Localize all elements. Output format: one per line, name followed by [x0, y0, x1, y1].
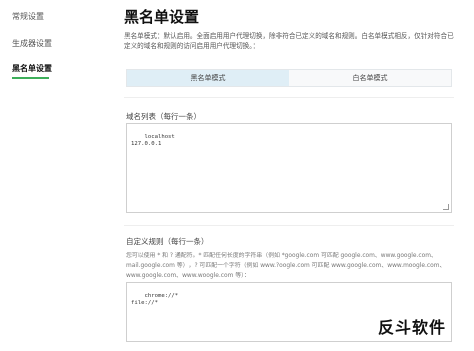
resize-handle-icon[interactable]	[443, 204, 449, 210]
divider	[124, 225, 454, 226]
custom-rules-label: 自定义规则（每行一条）	[126, 237, 209, 246]
domain-list-label: 域名列表（每行一条）	[126, 112, 201, 121]
active-indicator	[12, 77, 49, 79]
domain-list-value: localhost 127.0.0.1	[131, 134, 175, 147]
page-title: 黑名单设置	[124, 8, 200, 26]
main-content: 黑名单设置 黑名单模式：默认启用。全面启用用户代理切换，除非符合已定义的域名和规…	[124, 0, 454, 351]
watermark-logo: 反斗软件	[378, 318, 447, 337]
custom-rules-value: chrome://* file://*	[131, 293, 179, 306]
tab-blacklist-mode[interactable]: 黑名单模式	[127, 70, 289, 86]
custom-rules-hint: 您可以使用 * 和 ? 通配符。* 匹配任何长度的字符串（例如 *google.…	[126, 253, 446, 279]
mode-tabs: 黑名单模式 白名单模式	[126, 69, 452, 87]
tab-whitelist-mode[interactable]: 白名单模式	[289, 70, 451, 86]
sidebar-item-general[interactable]: 常规设置	[12, 11, 44, 22]
sidebar-item-generator[interactable]: 生成器设置	[12, 38, 52, 49]
page-description: 黑名单模式：默认启用。全面启用用户代理切换，除非符合已定义的域名和规则。白名单模…	[124, 32, 454, 50]
domain-list-textarea[interactable]: localhost 127.0.0.1	[126, 123, 452, 213]
sidebar: 常规设置 生成器设置 黑名单设置	[0, 0, 104, 351]
sidebar-item-blacklist[interactable]: 黑名单设置	[12, 63, 52, 74]
divider	[124, 97, 454, 98]
